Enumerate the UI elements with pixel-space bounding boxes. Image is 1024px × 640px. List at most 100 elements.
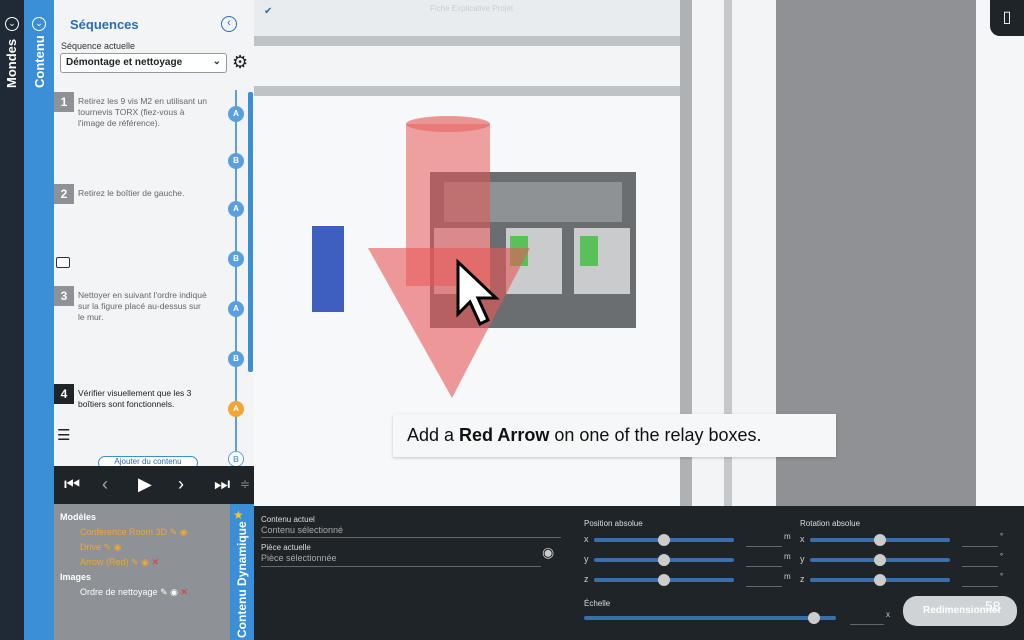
wall-panel-right — [976, 0, 1024, 506]
edit-icon[interactable]: ✎ — [131, 557, 139, 567]
scrollbar[interactable] — [248, 92, 253, 372]
scale-input[interactable] — [850, 624, 884, 625]
current-piece-field[interactable]: Pièce sélectionnée — [261, 553, 337, 563]
position-label: Position absolue — [584, 519, 643, 528]
phone-icon[interactable]: ▯ — [990, 0, 1024, 36]
contenu-tab[interactable]: ⌄ Contenu — [24, 0, 54, 640]
step-dot[interactable]: B — [228, 351, 244, 367]
model-name: Drive — [80, 542, 102, 552]
current-piece-label: Pièce actuelle — [261, 543, 311, 552]
slider-knob[interactable] — [874, 534, 886, 546]
play-icon[interactable]: ▶ — [138, 472, 152, 496]
skip-first-icon[interactable]: ⏮ — [64, 472, 80, 496]
instruction-suffix: on one of the relay boxes. — [549, 425, 762, 445]
scale-slider[interactable] — [584, 612, 836, 624]
models-heading: Modèles — [60, 512, 97, 522]
skip-last-icon[interactable]: ⏭ — [214, 472, 230, 496]
axis-x: x — [800, 534, 805, 544]
rotation-x-input[interactable] — [962, 546, 998, 547]
slider-knob[interactable] — [658, 534, 670, 546]
instruction-banner: Add a Red Arrow on one of the relay boxe… — [393, 414, 836, 457]
dynamic-content-tab[interactable]: ★ Contenu Dynamique — [230, 504, 254, 640]
star-icon[interactable]: ★ — [233, 508, 244, 522]
sequence-select[interactable]: Démontage et nettoyage ⌄ — [60, 53, 227, 73]
rotation-z-slider[interactable] — [810, 574, 950, 586]
model-name: Conference Room 3D — [80, 527, 168, 537]
delete-icon[interactable]: ✕ — [151, 557, 159, 567]
chevron-down-icon[interactable]: ⌄ — [32, 17, 46, 31]
step-number: 2 — [54, 184, 74, 204]
sequence-panel: Séquences ‹ Séquence actuelle Démontage … — [54, 0, 254, 470]
mondes-label: Mondes — [4, 38, 19, 88]
step-dot[interactable]: A — [228, 401, 244, 417]
dynamic-content-label: Contenu Dynamique — [235, 521, 249, 638]
slider-knob[interactable] — [874, 554, 886, 566]
model-item[interactable]: Conference Room 3D ✎ ◉ — [80, 527, 187, 538]
current-content-field[interactable]: Contenu sélectionné — [261, 525, 343, 535]
axis-y: y — [800, 554, 805, 564]
position-x-input[interactable] — [746, 546, 782, 547]
step-dot[interactable]: B — [228, 251, 244, 267]
delete-icon[interactable]: ✕ — [181, 587, 189, 597]
model-item[interactable]: Arrow (Red) ✎ ◉ ✕ — [80, 557, 159, 568]
image-name: Ordre de nettoyage — [80, 587, 158, 597]
position-y-input[interactable] — [746, 566, 782, 567]
collapse-panel-button[interactable]: ‹ — [221, 16, 237, 32]
rotation-label: Rotation absolue — [800, 519, 861, 528]
eye-icon[interactable]: ◉ — [141, 557, 149, 567]
slider-knob[interactable] — [874, 574, 886, 586]
check-icon[interactable]: ✔ — [264, 6, 272, 17]
position-x-slider[interactable] — [594, 534, 734, 546]
drag-handle-icon[interactable]: ≑ — [240, 472, 250, 496]
unit-label: ° — [1000, 572, 1004, 581]
chevron-down-icon[interactable]: ⌄ — [5, 17, 19, 31]
blue-module — [312, 226, 344, 312]
position-y-slider[interactable] — [594, 554, 734, 566]
app-root: ⌄ Mondes ⌄ Contenu Séquences ‹ Séquence … — [0, 0, 1024, 640]
step-dot[interactable]: A — [228, 106, 244, 122]
field-underline — [261, 537, 561, 538]
instruction-bold: Red Arrow — [459, 425, 550, 445]
slider-knob[interactable] — [658, 554, 670, 566]
previous-icon[interactable]: ‹ — [102, 472, 108, 496]
unit-label: m — [784, 532, 791, 541]
mondes-tab[interactable]: ⌄ Mondes — [0, 0, 24, 640]
step-number: 4 — [54, 384, 74, 404]
step-dot[interactable]: A — [228, 301, 244, 317]
edit-icon[interactable]: ✎ — [160, 587, 168, 597]
step-item-1[interactable]: 1 Retirez les 9 vis M2 en utilisant un t… — [54, 92, 254, 188]
sequence-label: Séquence actuelle — [61, 41, 136, 51]
step-item-3[interactable]: 3 Nettoyer en suivant l'ordre indiqué su… — [54, 286, 254, 382]
rotation-y-input[interactable] — [962, 566, 998, 567]
rotation-z-input[interactable] — [962, 586, 998, 587]
step-item-4[interactable]: 4 Vérifier visuellement que les 3 boîtie… — [54, 384, 254, 464]
step-item-2[interactable]: 2 Retirez le boîtier de gauche. — [54, 184, 254, 280]
edit-icon[interactable]: ✎ — [170, 527, 178, 537]
rotation-x-slider[interactable] — [810, 534, 950, 546]
image-item[interactable]: Ordre de nettoyage ✎ ◉ ✕ — [80, 587, 188, 598]
instruction-prefix: Add a — [407, 425, 460, 445]
position-z-slider[interactable] — [594, 574, 734, 586]
slider-knob[interactable] — [658, 574, 670, 586]
menu-icon[interactable]: ☰ — [57, 426, 70, 444]
models-panel: Modèles Conference Room 3D ✎ ◉ Drive ✎ ◉… — [54, 504, 230, 640]
eye-icon[interactable]: ◉ — [114, 542, 122, 552]
step-text: Vérifier visuellement que les 3 boîtiers… — [78, 388, 192, 409]
step-dot[interactable]: B — [228, 451, 244, 466]
eye-icon[interactable]: ◉ — [542, 544, 554, 561]
axis-z: z — [800, 574, 805, 584]
playback-bar: ⏮ ‹ ▶ › ⏭ ≑ — [54, 466, 254, 504]
next-icon[interactable]: › — [178, 472, 184, 496]
edit-icon[interactable]: ✎ — [104, 542, 112, 552]
step-dot[interactable]: A — [228, 201, 244, 217]
slider-knob[interactable] — [808, 612, 820, 624]
eye-icon[interactable]: ◉ — [180, 527, 188, 537]
rotation-y-slider[interactable] — [810, 554, 950, 566]
gear-icon[interactable]: ⚙ — [232, 52, 248, 73]
position-z-input[interactable] — [746, 586, 782, 587]
axis-x: x — [584, 534, 589, 544]
step-dot[interactable]: B — [228, 153, 244, 169]
current-content-label: Contenu actuel — [261, 515, 315, 524]
eye-icon[interactable]: ◉ — [170, 587, 178, 597]
model-item[interactable]: Drive ✎ ◉ — [80, 542, 121, 553]
